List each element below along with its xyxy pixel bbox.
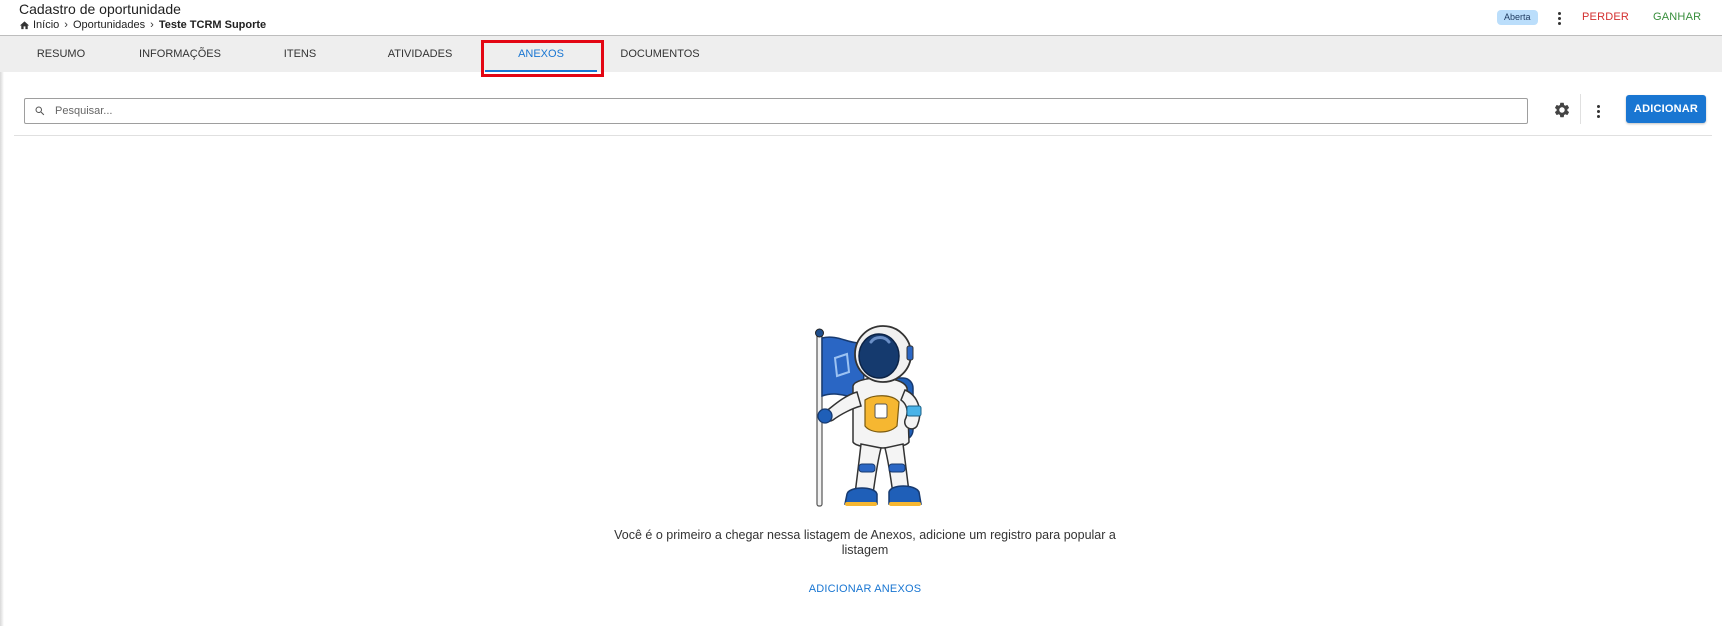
breadcrumb-inicio[interactable]: Início <box>33 19 59 31</box>
page-title: Cadastro de oportunidade <box>19 1 181 17</box>
dot <box>1596 114 1600 118</box>
chevron-right-icon: › <box>150 19 154 31</box>
tab-informacoes[interactable]: INFORMAÇÕES <box>130 36 230 72</box>
breadcrumb: Início › Oportunidades › Teste TCRM Supo… <box>19 19 266 31</box>
active-tab-indicator <box>485 70 597 72</box>
left-edge <box>0 0 4 626</box>
dot <box>1557 16 1561 20</box>
tab-bar: RESUMO INFORMAÇÕES ITENS ATIVIDADES ANEX… <box>0 36 1722 72</box>
gear-icon[interactable] <box>1553 101 1571 119</box>
more-vert-icon[interactable] <box>1592 102 1604 120</box>
dot <box>1557 11 1561 15</box>
tab-resumo[interactable]: RESUMO <box>26 36 96 72</box>
home-icon[interactable] <box>19 20 30 31</box>
breadcrumb-oportunidades[interactable]: Oportunidades <box>73 19 145 31</box>
tab-itens[interactable]: ITENS <box>270 36 330 72</box>
more-vert-icon[interactable] <box>1553 9 1565 27</box>
tab-anexos-label: ANEXOS <box>518 48 564 60</box>
add-button[interactable]: ADICIONAR <box>1626 95 1706 123</box>
add-attachments-link[interactable]: ADICIONAR ANEXOS <box>760 583 970 595</box>
dot <box>1596 104 1600 108</box>
dot <box>1596 109 1600 113</box>
status-badge: Aberta <box>1497 10 1538 25</box>
tab-documentos[interactable]: DOCUMENTOS <box>615 36 705 72</box>
chevron-right-icon: › <box>64 19 68 31</box>
toolbar-divider <box>1580 94 1581 124</box>
page-header: Cadastro de oportunidade Início › Oportu… <box>0 0 1722 36</box>
win-button[interactable]: GANHAR <box>1653 11 1701 23</box>
search-input[interactable] <box>55 105 1505 117</box>
search-box[interactable] <box>24 98 1528 124</box>
tab-anexos[interactable]: ANEXOS <box>485 36 597 72</box>
tab-atividades[interactable]: ATIVIDADES <box>375 36 465 72</box>
empty-state-message: Você é o primeiro a chegar nessa listage… <box>614 528 1116 557</box>
search-icon <box>35 106 45 116</box>
astronaut-illustration <box>815 325 922 507</box>
lose-button[interactable]: PERDER <box>1582 11 1629 23</box>
dot <box>1557 21 1561 25</box>
breadcrumb-current: Teste TCRM Suporte <box>158 19 267 31</box>
toolbar-bottom-divider <box>14 135 1712 136</box>
